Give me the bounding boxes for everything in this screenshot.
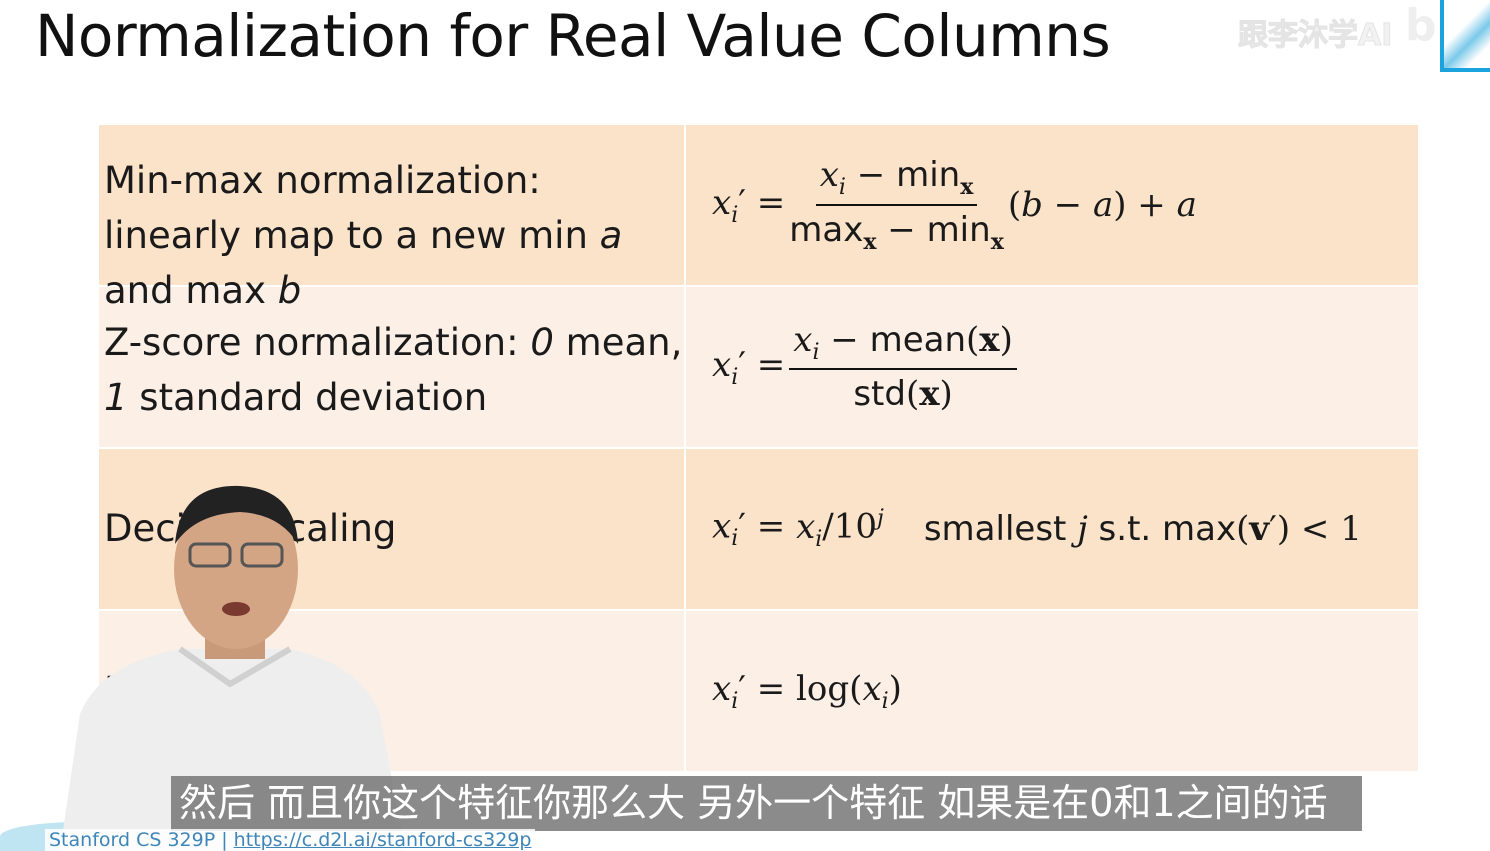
row-description: Z-score normalization: 0 mean, 1 standar… bbox=[99, 287, 686, 447]
decimal-formula: xi′ = xi/10j smallest j s.t. max(v′) < 1 bbox=[712, 506, 1362, 552]
course-link[interactable]: https://c.d2l.ai/stanford-cs329p bbox=[234, 829, 532, 851]
table-row-minmax: Min-max normalization: linearly map to a… bbox=[99, 125, 1418, 312]
zscore-formula: xi′ = xi − mean(x) std(x) bbox=[686, 287, 1418, 447]
watermark-text: 跟李沐学AI bbox=[1237, 18, 1393, 54]
slide-footer: Stanford CS 329P | https://c.d2l.ai/stan… bbox=[45, 829, 536, 851]
log-formula: xi′ = log(xi) bbox=[712, 668, 902, 714]
footer-prefix: Stanford CS 329P | bbox=[49, 829, 234, 851]
table-row-zscore: Z-score normalization: 0 mean, 1 standar… bbox=[99, 287, 1418, 447]
video-subtitle: 然后 而且你这个特征你那么大 另外一个特征 如果是在0和1之间的话 bbox=[171, 776, 1362, 831]
slide-title: Normalization for Real Value Columns bbox=[35, 2, 1111, 70]
minmax-formula: xi′ = xi − minx maxx − minx (b − a) + a bbox=[712, 155, 1197, 255]
channel-avatar-icon bbox=[1440, 0, 1490, 72]
row-description: Min-max normalization: linearly map to a… bbox=[99, 125, 686, 312]
